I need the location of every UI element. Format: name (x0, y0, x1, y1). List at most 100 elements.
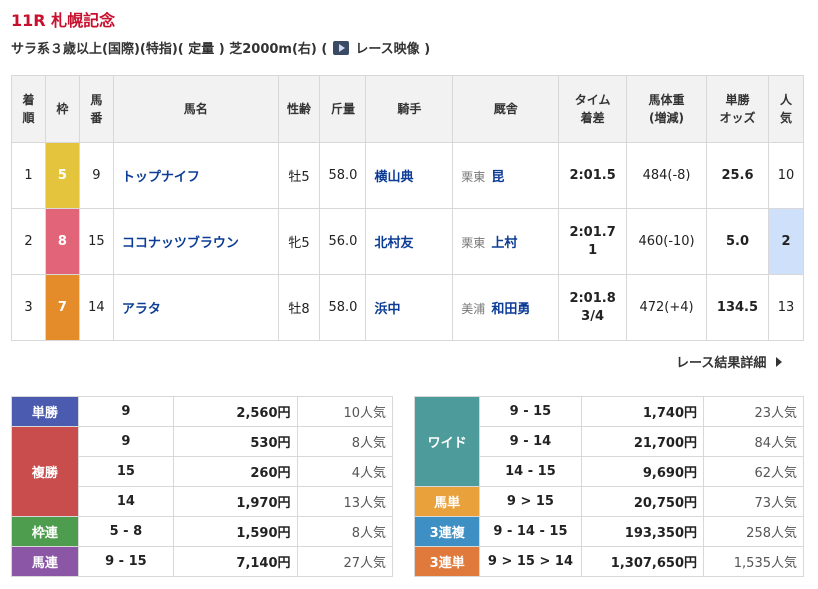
jockey-link[interactable]: 横山典 (365, 142, 454, 209)
race-title: 11R 札幌記念 (11, 11, 116, 30)
stable-cell: 栗東 上村 (452, 208, 560, 275)
umaban-cell: 9 (78, 142, 114, 209)
results-table: 着順 枠 馬番 馬名 性齢 斤量 騎手 厩舎 タイム 着差 馬体重 (増減) 単勝オ… (11, 75, 805, 341)
jockey-link[interactable]: 北村友 (365, 208, 454, 275)
popularity-cell: 10 (767, 142, 805, 209)
payout-popularity: 258人気 (703, 516, 804, 547)
header-jockey: 騎手 (365, 75, 454, 143)
table-row: 2 8 15 ココナッツブラウン 牝5 56.0 北村友 栗東 上村 2:01.7… (11, 208, 805, 275)
arrow-right-icon (776, 356, 783, 367)
race-video-link[interactable]: レース映像 ) (355, 38, 430, 57)
header-popularity: 人気 (767, 75, 805, 143)
weight-cell: 56.0 (319, 208, 367, 275)
video-icon[interactable] (333, 40, 350, 55)
payout-popularity: 8人気 (296, 426, 394, 457)
payout-row: 3連単 9 > 15 > 14 1,307,650円 1,535人気 (413, 546, 804, 577)
payout-row: 馬単 9 > 15 20,750円 73人気 (413, 486, 804, 517)
odds-cell: 25.6 (706, 142, 769, 209)
rank-cell: 1 (11, 142, 46, 209)
payout-amount: 9,690円 (580, 456, 704, 487)
payout-combo: 9 > 15 (479, 486, 582, 517)
rank-cell: 3 (11, 274, 46, 341)
umaban-cell: 14 (78, 274, 114, 341)
payout-amount: 7,140円 (173, 546, 298, 577)
payout-popularity: 1,535人気 (703, 546, 804, 577)
header-body-weight: 馬体重 (増減) (626, 75, 708, 143)
payout-popularity: 10人気 (296, 396, 394, 427)
header-odds: 単勝 オッズ (706, 75, 769, 143)
race-result-detail-link[interactable]: レース結果詳細 (676, 352, 783, 371)
payout-combo: 9 - 15 (77, 546, 175, 577)
payout-table-left: 単勝 9 2,560円 10人気 複勝 9 530円 8人気 15 260円 4… (11, 396, 394, 577)
payout-popularity: 4人気 (296, 456, 394, 487)
stable-region: 栗東 (461, 170, 486, 184)
bet-type-umaren: 馬連 (11, 546, 79, 577)
time-cell: 2:01.7 1 (558, 208, 628, 275)
payout-combo: 9 (77, 426, 175, 457)
payout-popularity: 8人気 (296, 516, 394, 547)
stable-cell: 栗東昆 (452, 142, 560, 209)
payout-row: ワイド 9 - 15 1,740円 23人気 (413, 396, 804, 487)
header-sexage: 性齢 (277, 75, 321, 143)
payout-row: 馬連 9 - 15 7,140円 27人気 (11, 546, 394, 577)
bet-type-tansho: 単勝 (11, 396, 79, 427)
body-weight-cell: 472(+4) (626, 274, 708, 341)
bet-type-sanrentan: 3連単 (413, 546, 481, 577)
payout-combo: 5 - 8 (77, 516, 175, 547)
payout-combo: 14 - 15 (479, 456, 582, 487)
payout-amount: 193,350円 (580, 516, 704, 547)
horse-name-link[interactable]: トップナイフ (112, 142, 279, 209)
time-cell: 2:01.8 3/4 (558, 274, 628, 341)
header-horse: 馬名 (112, 75, 279, 143)
trainer-link[interactable]: 上村 (491, 236, 517, 251)
waku-badge: 8 (44, 208, 80, 275)
stable-region: 栗東 (461, 236, 486, 250)
payout-combo: 14 (77, 486, 175, 517)
header-weight: 斤量 (319, 75, 367, 143)
bet-type-wakuren: 枠連 (11, 516, 79, 547)
payout-combo: 9 (77, 396, 175, 427)
payout-amount: 1,970円 (173, 486, 298, 517)
payout-amount: 530円 (173, 426, 298, 457)
payout-combo: 9 > 15 > 14 (479, 546, 582, 577)
payout-amount: 20,750円 (580, 486, 704, 517)
popularity-cell: 13 (767, 274, 805, 341)
trainer-link[interactable]: 昆 (491, 170, 504, 185)
horse-name-link[interactable]: ココナッツブラウン (112, 208, 279, 275)
payout-row: 3連複 9 - 14 - 15 193,350円 258人気 (413, 516, 804, 547)
payout-amount: 1,590円 (173, 516, 298, 547)
header-stable: 厩舎 (452, 75, 560, 143)
payout-amount: 1,740円 (580, 396, 704, 427)
payout-row: 単勝 9 2,560円 10人気 (11, 396, 394, 427)
payout-amount: 2,560円 (173, 396, 298, 427)
horse-name-link[interactable]: アラタ (112, 274, 279, 341)
payout-combo: 9 - 14 (479, 426, 582, 457)
payout-row: 複勝 9 530円 8人気 (11, 426, 394, 517)
payout-combo: 15 (77, 456, 175, 487)
umaban-cell: 15 (78, 208, 114, 275)
weight-cell: 58.0 (319, 274, 367, 341)
odds-cell: 5.0 (706, 208, 769, 275)
payout-popularity: 27人気 (296, 546, 394, 577)
payout-amount: 1,307,650円 (580, 546, 704, 577)
payout-table-right: ワイド 9 - 15 1,740円 23人気 9 - 14 21,700円 84… (413, 396, 804, 577)
header-rank: 着順 (11, 75, 46, 143)
trainer-link[interactable]: 和田勇 (491, 302, 530, 317)
time-cell: 2:01.5 (558, 142, 628, 209)
weight-cell: 58.0 (319, 142, 367, 209)
payout-row: 枠連 5 - 8 1,590円 8人気 (11, 516, 394, 547)
waku-badge: 5 (44, 142, 80, 209)
stable-region: 美浦 (461, 302, 486, 316)
payout-popularity: 23人気 (703, 396, 804, 427)
popularity-cell: 2 (767, 208, 805, 275)
bet-type-sanrenpuku: 3連複 (413, 516, 481, 547)
jockey-link[interactable]: 浜中 (365, 274, 454, 341)
rank-cell: 2 (11, 208, 46, 275)
stable-cell: 美浦 和田勇 (452, 274, 560, 341)
payout-amount: 21,700円 (580, 426, 704, 457)
body-weight-cell: 460(-10) (626, 208, 708, 275)
payout-popularity: 84人気 (703, 426, 804, 457)
table-row: 1 5 9 トップナイフ 牡5 58.0 横山典 栗東昆 2:01.5 484(… (11, 142, 805, 209)
payout-popularity: 73人気 (703, 486, 804, 517)
sexage-cell: 牡5 (277, 142, 321, 209)
